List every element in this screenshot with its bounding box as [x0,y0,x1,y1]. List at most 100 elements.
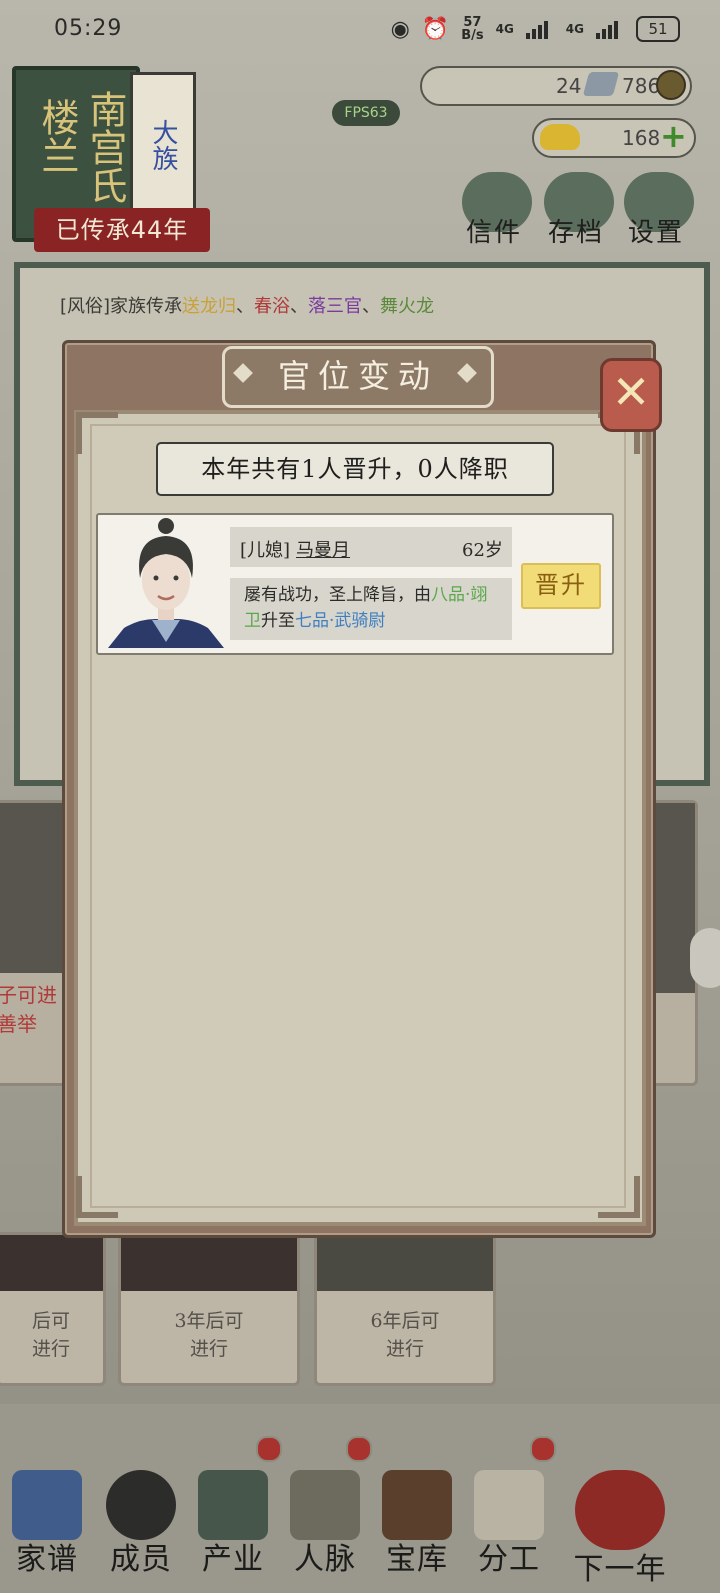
event-card-2-image [121,1235,297,1291]
side-card-right-image [651,803,695,993]
event-card-1-line1: 后可 [31,1310,70,1332]
separator: 、 [362,296,381,317]
clan-name: 南宫氏 [83,90,127,204]
connections-icon [290,1470,360,1540]
corner-ornament [76,1176,118,1218]
notification-dot [530,1436,556,1462]
menu-save[interactable]: 存档 [544,172,618,248]
desc-mid: 升至 [261,611,295,631]
menu-settings[interactable]: 设置 [624,172,698,248]
clan-rank-page: 大族 [130,72,196,228]
side-card-left-text-1: 子可进 [0,983,57,1007]
portrait-illustration [104,516,228,648]
nav-connections-label: 人脉 [294,1542,356,1577]
nav-industry-label: 产业 [202,1542,264,1577]
event-card-2-line2: 进行 [189,1338,228,1360]
nav-assignment-label: 分工 [478,1542,540,1577]
silver-ingot-icon [582,72,620,96]
notification-dot [346,1436,372,1462]
status-bar: 05:29 ◉ ⏰ 57 B/s 4G 4G 51 [0,0,720,60]
member-age: 62岁 [462,540,503,561]
custom-4: 舞火龙 [380,296,435,317]
event-card-1[interactable]: 后可 进行 [0,1232,106,1386]
item-count: 24 [556,74,582,98]
nav-connections[interactable]: 人脉 [282,1470,368,1580]
close-icon: ✕ [611,365,651,419]
corner-ornament [598,1176,640,1218]
letters-label: 信件 [466,218,523,248]
resource-bar-items: 24 786 [420,66,692,106]
assignment-icon [474,1470,544,1540]
scroll-handle[interactable] [690,928,720,988]
event-card-3-image [317,1235,493,1291]
event-card-1-line2: 进行 [31,1338,70,1360]
side-card-left-image [0,803,71,973]
member-info-row: [儿媳] 马曼月 62岁 [230,527,512,567]
nav-next-year[interactable]: 下一年 [560,1470,680,1587]
nav-members-label: 成员 [110,1542,172,1577]
clan-rank: 大族 [148,119,178,171]
net-speed-unit: B/s [461,28,484,43]
custom-1: 送龙归 [182,296,237,317]
gold-ingot-icon [540,124,580,150]
nav-members[interactable]: 成员 [98,1470,184,1580]
nav-genealogy[interactable]: 家谱 [4,1470,90,1580]
gold-count: 168 [622,126,661,150]
event-card-3-text: 6年后可进行 [317,1291,493,1363]
nav-treasury[interactable]: 宝库 [374,1470,460,1580]
battery-icon: 51 [636,16,680,42]
save-label: 存档 [548,218,605,248]
corner-ornament [76,412,118,454]
event-card-1-text: 后可 进行 [0,1291,103,1363]
nav-assignment[interactable]: 分工 [466,1470,552,1580]
close-button[interactable]: ✕ [600,358,662,432]
network-1: 4G [495,22,514,36]
status-time: 05:29 [54,16,123,41]
event-card-3-line1: 6年后可 [370,1310,440,1332]
inheritance-banner: 已传承44年 [34,208,210,252]
member-name[interactable]: 马曼月 [296,536,350,562]
custom-2: 春浴 [254,296,291,317]
member-role: [儿媳] [240,540,291,561]
desc-prefix: 屡有战功，圣上降旨，由 [244,585,431,605]
dialog-title: 官位变动 [222,346,494,408]
nav-industry[interactable]: 产业 [190,1470,276,1580]
event-card-2-text: 3年后可进行 [121,1291,297,1363]
news-customs-line: [风俗]家族传承送龙归、春浴、落三官、舞火龙 [60,292,434,318]
industry-icon [198,1470,268,1540]
members-icon [106,1470,176,1540]
to-rank: 七品·武骑尉 [295,611,386,631]
event-card-3-line2: 进行 [385,1338,424,1360]
member-portrait[interactable] [104,516,228,648]
promotion-badge: 晋升 [521,563,601,609]
custom-3: 落三官 [308,296,363,317]
rank-change-summary: 本年共有1人晋升，0人降职 [156,442,554,496]
notification-dot [256,1436,282,1462]
treasury-icon [382,1470,452,1540]
eye-icon: ◉ [390,16,410,42]
coin-count: 786 [622,74,661,98]
genealogy-icon [12,1470,82,1540]
settings-label: 设置 [628,218,685,248]
network-2: 4G [565,22,584,36]
side-card-left-text-2: 善举 [0,1012,37,1036]
separator: 、 [290,296,309,317]
signal-icon [596,19,624,39]
separator: 、 [236,296,255,317]
signal-icon [525,19,554,39]
rank-change-description: 屡有战功，圣上降旨，由八品·翊卫升至七品·武骑尉 [230,578,512,640]
resource-bar-gold: 168 + [532,118,696,158]
nav-genealogy-label: 家谱 [16,1542,78,1577]
plus-icon[interactable]: + [660,118,687,154]
alarm-icon: ⏰ [421,16,450,42]
coin-icon [656,70,686,100]
menu-letters[interactable]: 信件 [462,172,536,248]
status-icons: ◉ ⏰ 57 B/s 4G 4G 51 [391,14,680,44]
event-card-1-image [0,1235,103,1291]
net-speed: 57 B/s [461,16,483,42]
event-card-2[interactable]: 3年后可进行 [118,1232,300,1386]
lantern-icon [575,1470,665,1550]
event-card-3[interactable]: 6年后可进行 [314,1232,496,1386]
event-card-2-line1: 3年后可 [174,1310,244,1332]
fps-counter: FPS63 [332,100,400,126]
